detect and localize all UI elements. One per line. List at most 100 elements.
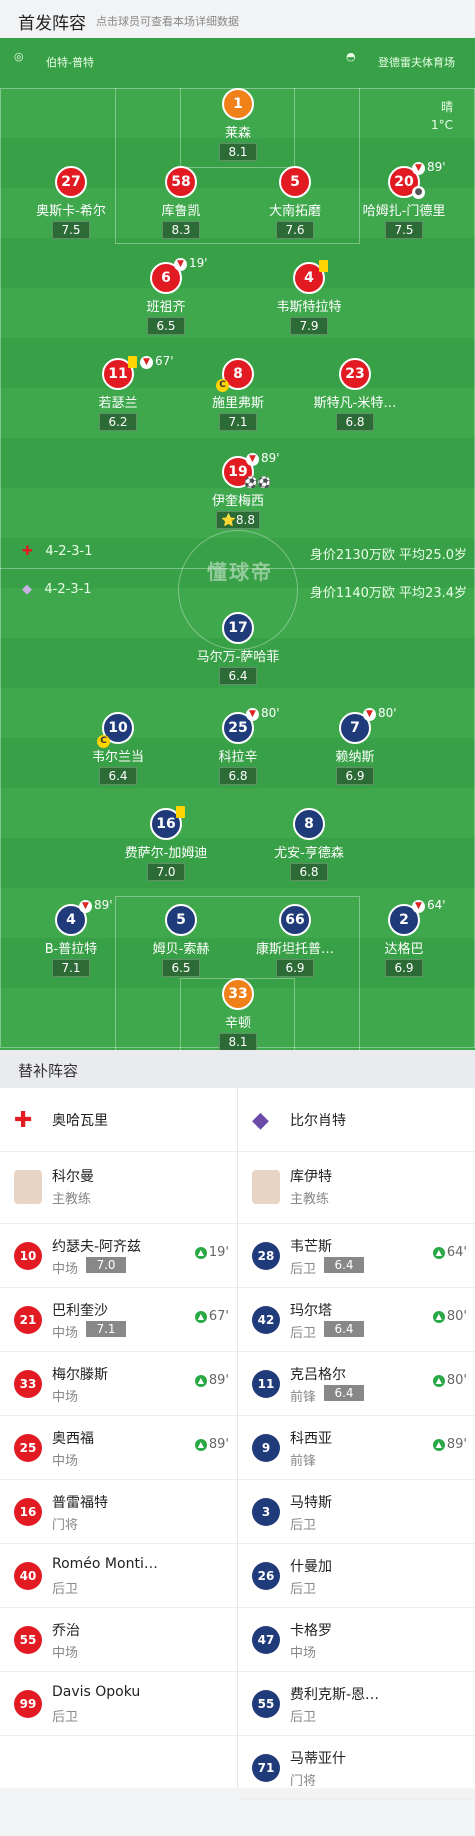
sub-player-row[interactable]: 99 Davis Opoku 后卫: [0, 1672, 237, 1736]
sub-number: 55: [252, 1690, 280, 1718]
away-player[interactable]: 5 姆贝-索赫 6.5: [121, 904, 241, 977]
sub-player-row[interactable]: 42 玛尔塔 后卫 6.4 ▲ 80': [238, 1288, 475, 1352]
away-player[interactable]: 2 达格巴 6.9: [344, 904, 464, 977]
sub-in-icon: ▲: [194, 1247, 207, 1259]
home-player[interactable]: 5 大南拓磨 7.6: [235, 166, 355, 239]
sub-in-minute-text: 89': [208, 1437, 229, 1452]
sub-player-row[interactable]: 55 费利克斯-恩… 后卫: [238, 1672, 475, 1736]
sub-position: 前锋: [290, 1454, 317, 1469]
player-rating: 6.2: [99, 413, 137, 431]
sub-player-row[interactable]: 47 卡格罗 中场: [238, 1608, 475, 1672]
yellow-card-icon: [176, 806, 185, 818]
sub-rating: 6.4: [324, 1385, 364, 1401]
sub-in-icon: ▲: [194, 1311, 207, 1323]
sub-player-row[interactable]: 33 梅尔滕斯 中场 ▲ 89': [0, 1352, 237, 1416]
player-rating: 7.9: [290, 317, 328, 335]
player-name: 费萨尔-加姆迪: [124, 846, 208, 861]
away-player[interactable]: 7 赖纳斯 6.9: [295, 712, 415, 785]
home-player[interactable]: 4 韦斯特拉特 7.9: [249, 262, 369, 335]
sub-player-row[interactable]: 11 克吕格尔 前锋 6.4 ▲ 80': [238, 1352, 475, 1416]
player-rating: 8.1: [219, 143, 257, 161]
sub-name: 马特斯: [290, 1495, 332, 1511]
home-player[interactable]: 20 哈姆扎-门德里 7.5: [344, 166, 464, 239]
sub-player-row[interactable]: 10 约瑟夫-阿齐兹 中场 7.0 ▲ 19': [0, 1224, 237, 1288]
player-number: 5: [279, 166, 311, 198]
home-formation: 4-2-3-1: [45, 544, 93, 559]
sub-rating: 7.1: [86, 1321, 126, 1337]
player-number: 23: [339, 358, 371, 390]
home-player[interactable]: 6 班祖齐 6.5: [106, 262, 226, 335]
player-name: 大南拓磨: [268, 204, 321, 219]
sub-in-minute-text: 89': [446, 1437, 467, 1452]
weather-info: 晴 1°C: [431, 98, 453, 134]
sub-number: 3: [252, 1498, 280, 1526]
sub-in-icon: ▲: [432, 1311, 445, 1323]
away-team-row: ◆ 比尔肖特: [238, 1088, 475, 1152]
away-player[interactable]: 8 尤安-亨德森 6.8: [249, 808, 369, 881]
sub-player-row[interactable]: 26 什曼加 后卫: [238, 1544, 475, 1608]
weather-condition: 晴: [440, 100, 453, 114]
sub-name: Davis Opoku: [52, 1684, 141, 1700]
player-rating: 7.1: [52, 959, 90, 977]
sub-position: 后卫: [290, 1582, 317, 1597]
home-player[interactable]: 1 莱森 8.1: [178, 88, 298, 161]
sub-number: 9: [252, 1434, 280, 1462]
home-player[interactable]: 11 若瑟兰 6.2: [58, 358, 178, 431]
coach-row[interactable]: 库伊特 主教练: [238, 1152, 475, 1224]
sub-player-row[interactable]: 25 奥西福 中场 ▲ 89': [0, 1416, 237, 1480]
sub-in-icon: ▲: [194, 1439, 207, 1451]
sub-in-icon: ▲: [194, 1375, 207, 1387]
home-player[interactable]: 19 伊奎梅西 ⭐8.8: [178, 456, 298, 529]
player-number: 1: [222, 88, 254, 120]
sub-name: 马蒂亚什: [290, 1751, 346, 1767]
sub-position: 中场: [52, 1646, 79, 1661]
whistle-icon: ◎: [14, 50, 24, 63]
sub-name: 科西亚: [290, 1431, 332, 1447]
away-player[interactable]: 10 韦尔兰当 6.4: [58, 712, 178, 785]
sub-player-row[interactable]: 9 科西亚 前锋 ▲ 89': [238, 1416, 475, 1480]
home-player[interactable]: 27 奥斯卡-希尔 7.5: [11, 166, 131, 239]
sub-player-row[interactable]: 3 马特斯 后卫: [238, 1480, 475, 1544]
sub-number: 33: [14, 1370, 42, 1398]
page-subtitle: 点击球员可查看本场详细数据: [96, 15, 239, 28]
coach-row[interactable]: 科尔曼 主教练: [0, 1152, 237, 1224]
player-rating: 6.9: [385, 959, 423, 977]
sub-position: 后卫: [290, 1326, 317, 1341]
sub-position: 门将: [290, 1774, 317, 1789]
sub-player-row[interactable]: 71 马蒂亚什门将: [238, 1736, 475, 1800]
sub-in-minute-text: 67': [208, 1309, 229, 1324]
sub-number: 16: [14, 1498, 42, 1526]
yellow-card-icon: [319, 260, 328, 272]
player-name: B-普拉特: [44, 942, 98, 957]
sub-number: 40: [14, 1562, 42, 1590]
sub-number: 71: [252, 1754, 280, 1782]
sub-rating: 6.4: [324, 1321, 364, 1337]
home-player[interactable]: 8 施里弗斯 7.1: [178, 358, 298, 431]
home-player[interactable]: 58 库鲁凯 8.3: [121, 166, 241, 239]
sub-player-row[interactable]: 16 普雷福特 门将: [0, 1480, 237, 1544]
away-player[interactable]: 33 辛顿 8.1: [178, 978, 298, 1050]
away-player[interactable]: 16 费萨尔-加姆迪 7.0: [106, 808, 226, 881]
player-name: 莱森: [224, 126, 251, 141]
sub-in-minute-text: 89': [208, 1373, 229, 1388]
player-name: 姆贝-索赫: [152, 942, 210, 957]
sub-name: 玛尔塔: [290, 1303, 332, 1319]
sub-name: 克吕格尔: [290, 1367, 346, 1383]
away-player[interactable]: 17 马尔万-萨哈菲 6.4: [178, 612, 298, 685]
sub-position: 中场: [290, 1646, 317, 1661]
sub-player-row[interactable]: 55 乔治 中场: [0, 1608, 237, 1672]
away-player[interactable]: 25 科拉辛 6.8: [178, 712, 298, 785]
away-player[interactable]: 66 康斯坦托普… 6.9: [235, 904, 355, 977]
home-player[interactable]: 23 斯特凡-米特… 6.8: [295, 358, 415, 431]
sub-player-row[interactable]: 28 韦芒斯 后卫 6.4 ▲ 64': [238, 1224, 475, 1288]
sub-player-row[interactable]: 21 巴利奎沙 中场 7.1 ▲ 67': [0, 1288, 237, 1352]
sub-position: 后卫: [290, 1710, 317, 1725]
away-player[interactable]: 4 B-普拉特 7.1: [11, 904, 131, 977]
sub-number: 10: [14, 1242, 42, 1270]
player-name: 马尔万-萨哈菲: [196, 650, 280, 665]
sub-in-minute-text: 19': [208, 1245, 229, 1260]
player-rating: 6.5: [162, 959, 200, 977]
sub-position: 门将: [52, 1518, 79, 1533]
sub-number: 99: [14, 1690, 42, 1718]
sub-player-row[interactable]: 40 Roméo Monti… 后卫: [0, 1544, 237, 1608]
